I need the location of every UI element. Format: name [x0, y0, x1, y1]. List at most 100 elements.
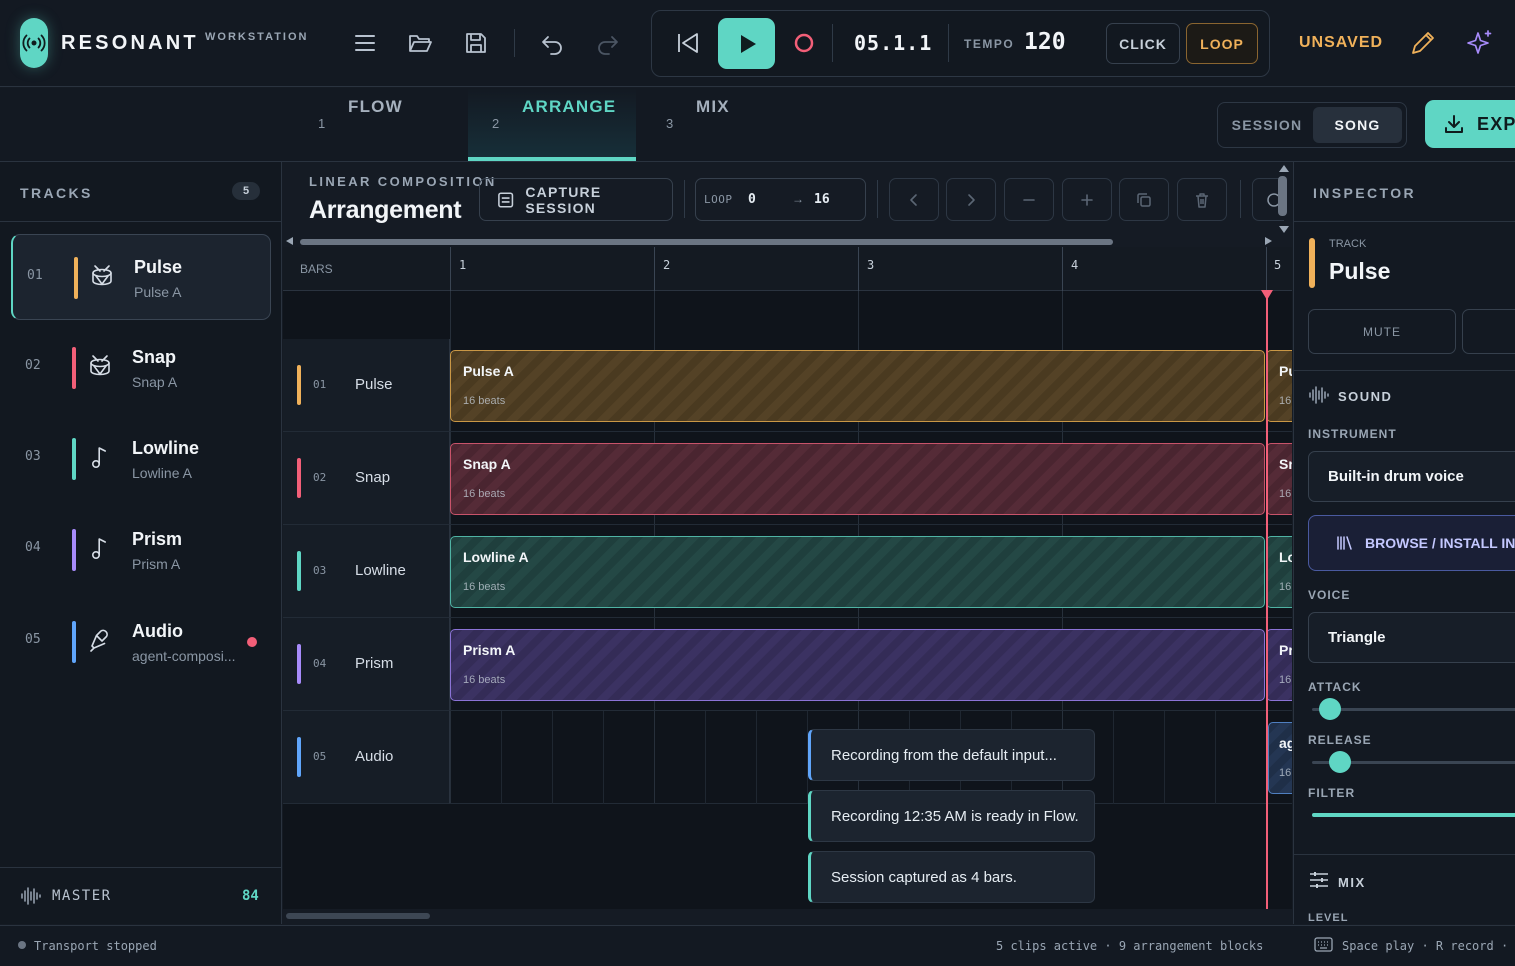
library-icon	[1337, 536, 1352, 550]
zoom-out-button[interactable]	[1004, 178, 1054, 221]
session-mode-button[interactable]: SESSION	[1222, 107, 1312, 143]
timeline-scrollbar-thumb[interactable]	[286, 913, 430, 919]
tab-arrange[interactable]: ARRANGE 2	[468, 88, 636, 161]
clip-pulse-a[interactable]: Pulse A 16 beats	[450, 350, 1265, 422]
browse-instruments-label: BROWSE / INSTALL INST	[1365, 535, 1515, 551]
playhead-handle[interactable]	[1261, 290, 1273, 300]
play-button[interactable]	[718, 18, 775, 69]
click-toggle[interactable]: CLICK	[1106, 23, 1180, 64]
lane-number: 05	[313, 750, 327, 763]
attack-slider-track[interactable]	[1312, 708, 1515, 711]
release-label: RELEASE	[1308, 733, 1372, 747]
track-item-pulse[interactable]: 01 Pulse Pulse A	[11, 234, 271, 320]
scroll-up-arrow[interactable]	[1279, 165, 1289, 172]
save-icon[interactable]	[460, 27, 492, 59]
track-clip-name: Pulse A	[134, 284, 182, 300]
transport-status-text: Transport stopped	[34, 939, 157, 953]
clip-snap-a[interactable]: Snap A 16 beats	[450, 443, 1265, 515]
track-name: Pulse	[134, 257, 183, 277]
lane-color-bar	[297, 644, 301, 684]
master-level-value[interactable]: 84	[242, 888, 259, 904]
lane-name: Pulse	[355, 376, 393, 393]
open-folder-icon[interactable]	[404, 27, 436, 59]
track-clip-name: agent-composi...	[132, 648, 236, 664]
track-color-bar	[72, 529, 76, 571]
capture-session-button[interactable]: CAPTURE SESSION	[479, 178, 673, 221]
lane-number: 01	[313, 378, 327, 391]
clip-audio-next[interactable]: ag 16	[1268, 722, 1292, 794]
export-button[interactable]: EXPO	[1425, 100, 1515, 148]
lane-header[interactable]: 03 Lowline	[283, 525, 450, 618]
toolbar-scrollbar-thumb[interactable]	[1278, 176, 1287, 216]
tab-flow[interactable]: FLOW 1	[300, 88, 440, 161]
instrument-select[interactable]: Built-in drum voice	[1308, 451, 1515, 502]
bar-number: 5	[1274, 258, 1282, 272]
mute-button[interactable]: MUTE	[1308, 309, 1456, 354]
lane-header[interactable]: 04 Prism	[283, 618, 450, 711]
clip-prism-a[interactable]: Prism A 16 beats	[450, 629, 1265, 701]
lane-header[interactable]: 01 Pulse	[283, 339, 450, 432]
track-clip-name: Lowline A	[132, 465, 192, 481]
bar-tick	[654, 247, 655, 291]
nudge-left-button[interactable]	[889, 178, 939, 221]
pencil-icon[interactable]	[1408, 27, 1438, 59]
browse-instruments-button[interactable]: BROWSE / INSTALL INST	[1308, 515, 1515, 571]
clip-lowline-next[interactable]: Lo 16	[1266, 536, 1292, 608]
clip-name: Prism A	[463, 642, 516, 658]
lane-header[interactable]: 02 Snap	[283, 432, 450, 525]
clip-snap-next[interactable]: Sn 16	[1266, 443, 1292, 515]
undo-icon[interactable]	[536, 27, 568, 59]
filter-slider[interactable]	[1312, 813, 1515, 817]
capture-icon	[498, 191, 514, 208]
record-button[interactable]	[788, 27, 820, 59]
scroll-down-arrow[interactable]	[1279, 226, 1289, 233]
track-item-snap[interactable]: 02 Snap Snap A	[11, 325, 271, 411]
loop-range-arrow: →	[792, 192, 804, 206]
voice-select[interactable]: Triangle	[1308, 612, 1515, 663]
solo-button[interactable]	[1462, 309, 1515, 354]
horizontal-scrollbar-thumb[interactable]	[300, 239, 1113, 245]
tab-label: ARRANGE	[522, 97, 617, 116]
waveform-icon	[20, 886, 42, 906]
tracks-title: TRACKS	[20, 185, 93, 201]
track-color-bar	[1309, 238, 1315, 288]
track-item-prism[interactable]: 04 Prism Prism A	[11, 507, 271, 593]
toast-notification[interactable]: Recording 12:35 AM is ready in Flow.	[808, 790, 1095, 842]
zoom-in-button[interactable]	[1062, 178, 1112, 221]
release-slider-thumb[interactable]	[1329, 751, 1351, 773]
toast-notification[interactable]: Recording from the default input...	[808, 729, 1095, 781]
bar-ruler[interactable]	[283, 247, 1292, 291]
loop-start-value[interactable]: 0	[748, 192, 756, 207]
lane-color-bar	[297, 365, 301, 405]
drum-icon	[87, 353, 113, 379]
scroll-right-arrow[interactable]	[1265, 237, 1272, 245]
redo-icon[interactable]	[592, 27, 624, 59]
clip-name: ag	[1279, 735, 1292, 751]
play-icon	[740, 34, 756, 53]
toolbar-divider	[684, 180, 685, 218]
loop-end-value[interactable]: 16	[814, 192, 830, 207]
lane-header[interactable]: 05 Audio	[283, 711, 450, 804]
playhead[interactable]	[1266, 291, 1268, 909]
track-item-lowline[interactable]: 03 Lowline Lowline A	[11, 416, 271, 502]
sparkle-icon[interactable]	[1465, 27, 1495, 59]
song-mode-button[interactable]: SONG	[1313, 107, 1402, 143]
tab-number: 1	[318, 116, 326, 131]
toast-notification[interactable]: Session captured as 4 bars.	[808, 851, 1095, 903]
loop-toggle[interactable]: LOOP	[1186, 23, 1258, 64]
skip-to-start-icon[interactable]	[672, 27, 704, 59]
delete-button[interactable]	[1177, 178, 1227, 221]
bar-number: 3	[867, 258, 875, 272]
menu-icon[interactable]	[349, 27, 381, 59]
nudge-right-button[interactable]	[946, 178, 996, 221]
divider	[0, 867, 281, 868]
clip-lowline-a[interactable]: Lowline A 16 beats	[450, 536, 1265, 608]
clip-pulse-next[interactable]: Pu 16	[1266, 350, 1292, 422]
clip-prism-next[interactable]: Pr 16	[1266, 629, 1292, 701]
scroll-left-arrow[interactable]	[286, 237, 293, 245]
tempo-value[interactable]: 120	[1024, 29, 1066, 55]
track-item-audio[interactable]: 05 Audio agent-composi...	[11, 599, 271, 685]
tab-mix[interactable]: MIX 3	[650, 88, 770, 161]
duplicate-button[interactable]	[1119, 178, 1169, 221]
attack-slider-thumb[interactable]	[1319, 698, 1341, 720]
